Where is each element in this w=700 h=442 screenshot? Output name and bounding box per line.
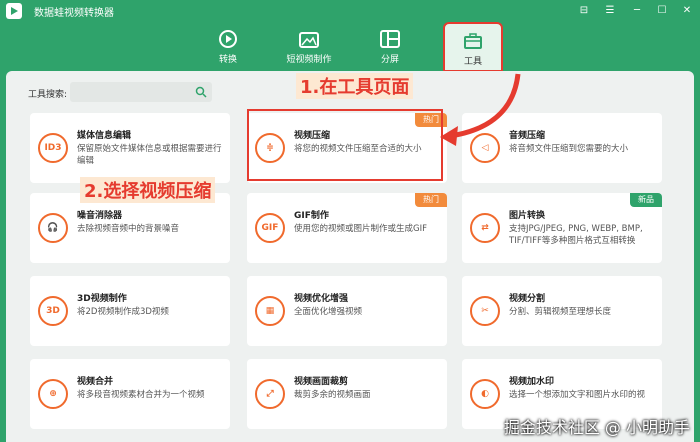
tool-desc: 分割、剪辑视频至理想长度 — [509, 307, 612, 317]
enhance-icon: ▦ — [255, 296, 285, 326]
tool-title: 视频加水印 — [509, 377, 555, 387]
search-label: 工具搜索: — [28, 90, 68, 100]
tab-split-screen[interactable]: 分屏 — [354, 28, 426, 68]
tool-desc: 支持JPG/JPEG, PNG, WEBP, BMP, TIF/TIFF等多种图… — [509, 224, 643, 246]
hot-badge: 热门 — [415, 193, 447, 207]
feedback-icon[interactable]: ⊟ — [577, 4, 591, 18]
tool-title: 视频分割 — [509, 294, 546, 304]
tool-desc: 裁剪多余的视频画面 — [294, 390, 371, 400]
highlight-box-video-compress — [247, 109, 443, 181]
minimize-button[interactable]: ─ — [630, 4, 644, 18]
scissors-icon: ✂ — [470, 296, 500, 326]
new-badge: 新品 — [630, 193, 662, 207]
tool-title: 图片转换 — [509, 211, 546, 221]
tab-tools[interactable]: 工具 — [443, 22, 503, 72]
tool-card-3d-video[interactable]: 3D 3D视频制作 将2D视频制作成3D视频 — [30, 276, 230, 346]
tool-desc: 选择一个想添加文字和图片水印的视 — [509, 390, 646, 400]
tool-title: 3D视频制作 — [77, 294, 127, 304]
search-input[interactable] — [70, 82, 212, 102]
annotation-step2: 2.选择视频压缩 — [80, 177, 216, 203]
watermark-text: 掘金技术社区 @ 小明助手 — [503, 418, 690, 437]
tool-title: 媒体信息编辑 — [77, 131, 132, 141]
tool-desc: 将多段音视频素材合并为一个视频 — [77, 390, 205, 400]
refresh-play-icon — [219, 30, 237, 48]
watermark-drop-icon: ◐ — [470, 379, 500, 409]
tab-short-video-label: 短视频制作 — [286, 55, 332, 65]
tool-desc: 全面优化增强视频 — [294, 307, 363, 317]
tool-desc: 去除视频音频中的背景噪音 — [77, 224, 180, 234]
tab-convert-label: 转换 — [218, 55, 237, 65]
3d-icon: 3D — [38, 296, 68, 326]
id3-icon: ID3 — [38, 133, 68, 163]
tool-desc: 将2D视频制作成3D视频 — [77, 307, 169, 317]
tool-title: 视频合并 — [77, 377, 114, 387]
merge-icon: ⊕ — [38, 379, 68, 409]
tool-card-video-merge[interactable]: ⊕ 视频合并 将多段音视频素材合并为一个视频 — [30, 359, 230, 429]
search-icon[interactable] — [195, 86, 207, 98]
tool-desc: 使用您的视频或图片制作或生成GIF — [294, 224, 427, 234]
tool-card-image-convert[interactable]: 新品 ⇄ 图片转换 支持JPG/JPEG, PNG, WEBP, BMP, TI… — [462, 193, 662, 263]
title-bar: 数据蛙视频转换器 ⊟ ☰ ─ ☐ ✕ — [0, 0, 700, 22]
app-title: 数据蛙视频转换器 — [34, 8, 114, 19]
close-button[interactable]: ✕ — [680, 4, 694, 18]
split-screen-icon — [380, 30, 400, 48]
toolbox-icon — [464, 33, 482, 49]
tab-tools-label: 工具 — [463, 57, 482, 67]
annotation-arrow-icon — [440, 73, 521, 146]
image-convert-icon: ⇄ — [470, 213, 500, 243]
tab-short-video[interactable]: 短视频制作 — [273, 28, 345, 68]
tool-card-media-info[interactable]: ID3 媒体信息编辑 保留原始文件媒体信息或根据需要进行编辑 — [30, 113, 230, 183]
tool-card-video-crop[interactable]: ⤢ 视频画面裁剪 裁剪多余的视频画面 — [247, 359, 447, 429]
crop-icon: ⤢ — [255, 379, 285, 409]
tab-convert[interactable]: 转换 — [192, 28, 264, 68]
tool-card-noise-removal[interactable]: 🎧 噪音消除器 去除视频音频中的背景噪音 — [30, 193, 230, 263]
tool-title: GIF制作 — [294, 211, 329, 221]
tv-image-icon — [299, 32, 319, 48]
tool-card-video-split[interactable]: ✂ 视频分割 分割、剪辑视频至理想长度 — [462, 276, 662, 346]
tool-title: 视频优化增强 — [294, 294, 349, 304]
tool-title: 视频画面裁剪 — [294, 377, 349, 387]
tab-split-screen-label: 分屏 — [380, 55, 399, 65]
gif-icon: GIF — [255, 213, 285, 243]
menu-icon[interactable]: ☰ — [603, 4, 617, 18]
tool-card-video-enhance[interactable]: ▦ 视频优化增强 全面优化增强视频 — [247, 276, 447, 346]
annotation-step1: 1.在工具页面 — [296, 73, 414, 99]
tool-title: 噪音消除器 — [77, 211, 123, 221]
tool-desc: 保留原始文件媒体信息或根据需要进行编辑 — [77, 144, 222, 166]
tool-card-gif-maker[interactable]: 热门 GIF GIF制作 使用您的视频或图片制作或生成GIF — [247, 193, 447, 263]
maximize-button[interactable]: ☐ — [655, 4, 669, 18]
tool-desc: 将音频文件压缩到您需要的大小 — [509, 144, 629, 154]
headphones-icon: 🎧 — [38, 213, 68, 243]
app-logo-icon — [6, 3, 22, 19]
